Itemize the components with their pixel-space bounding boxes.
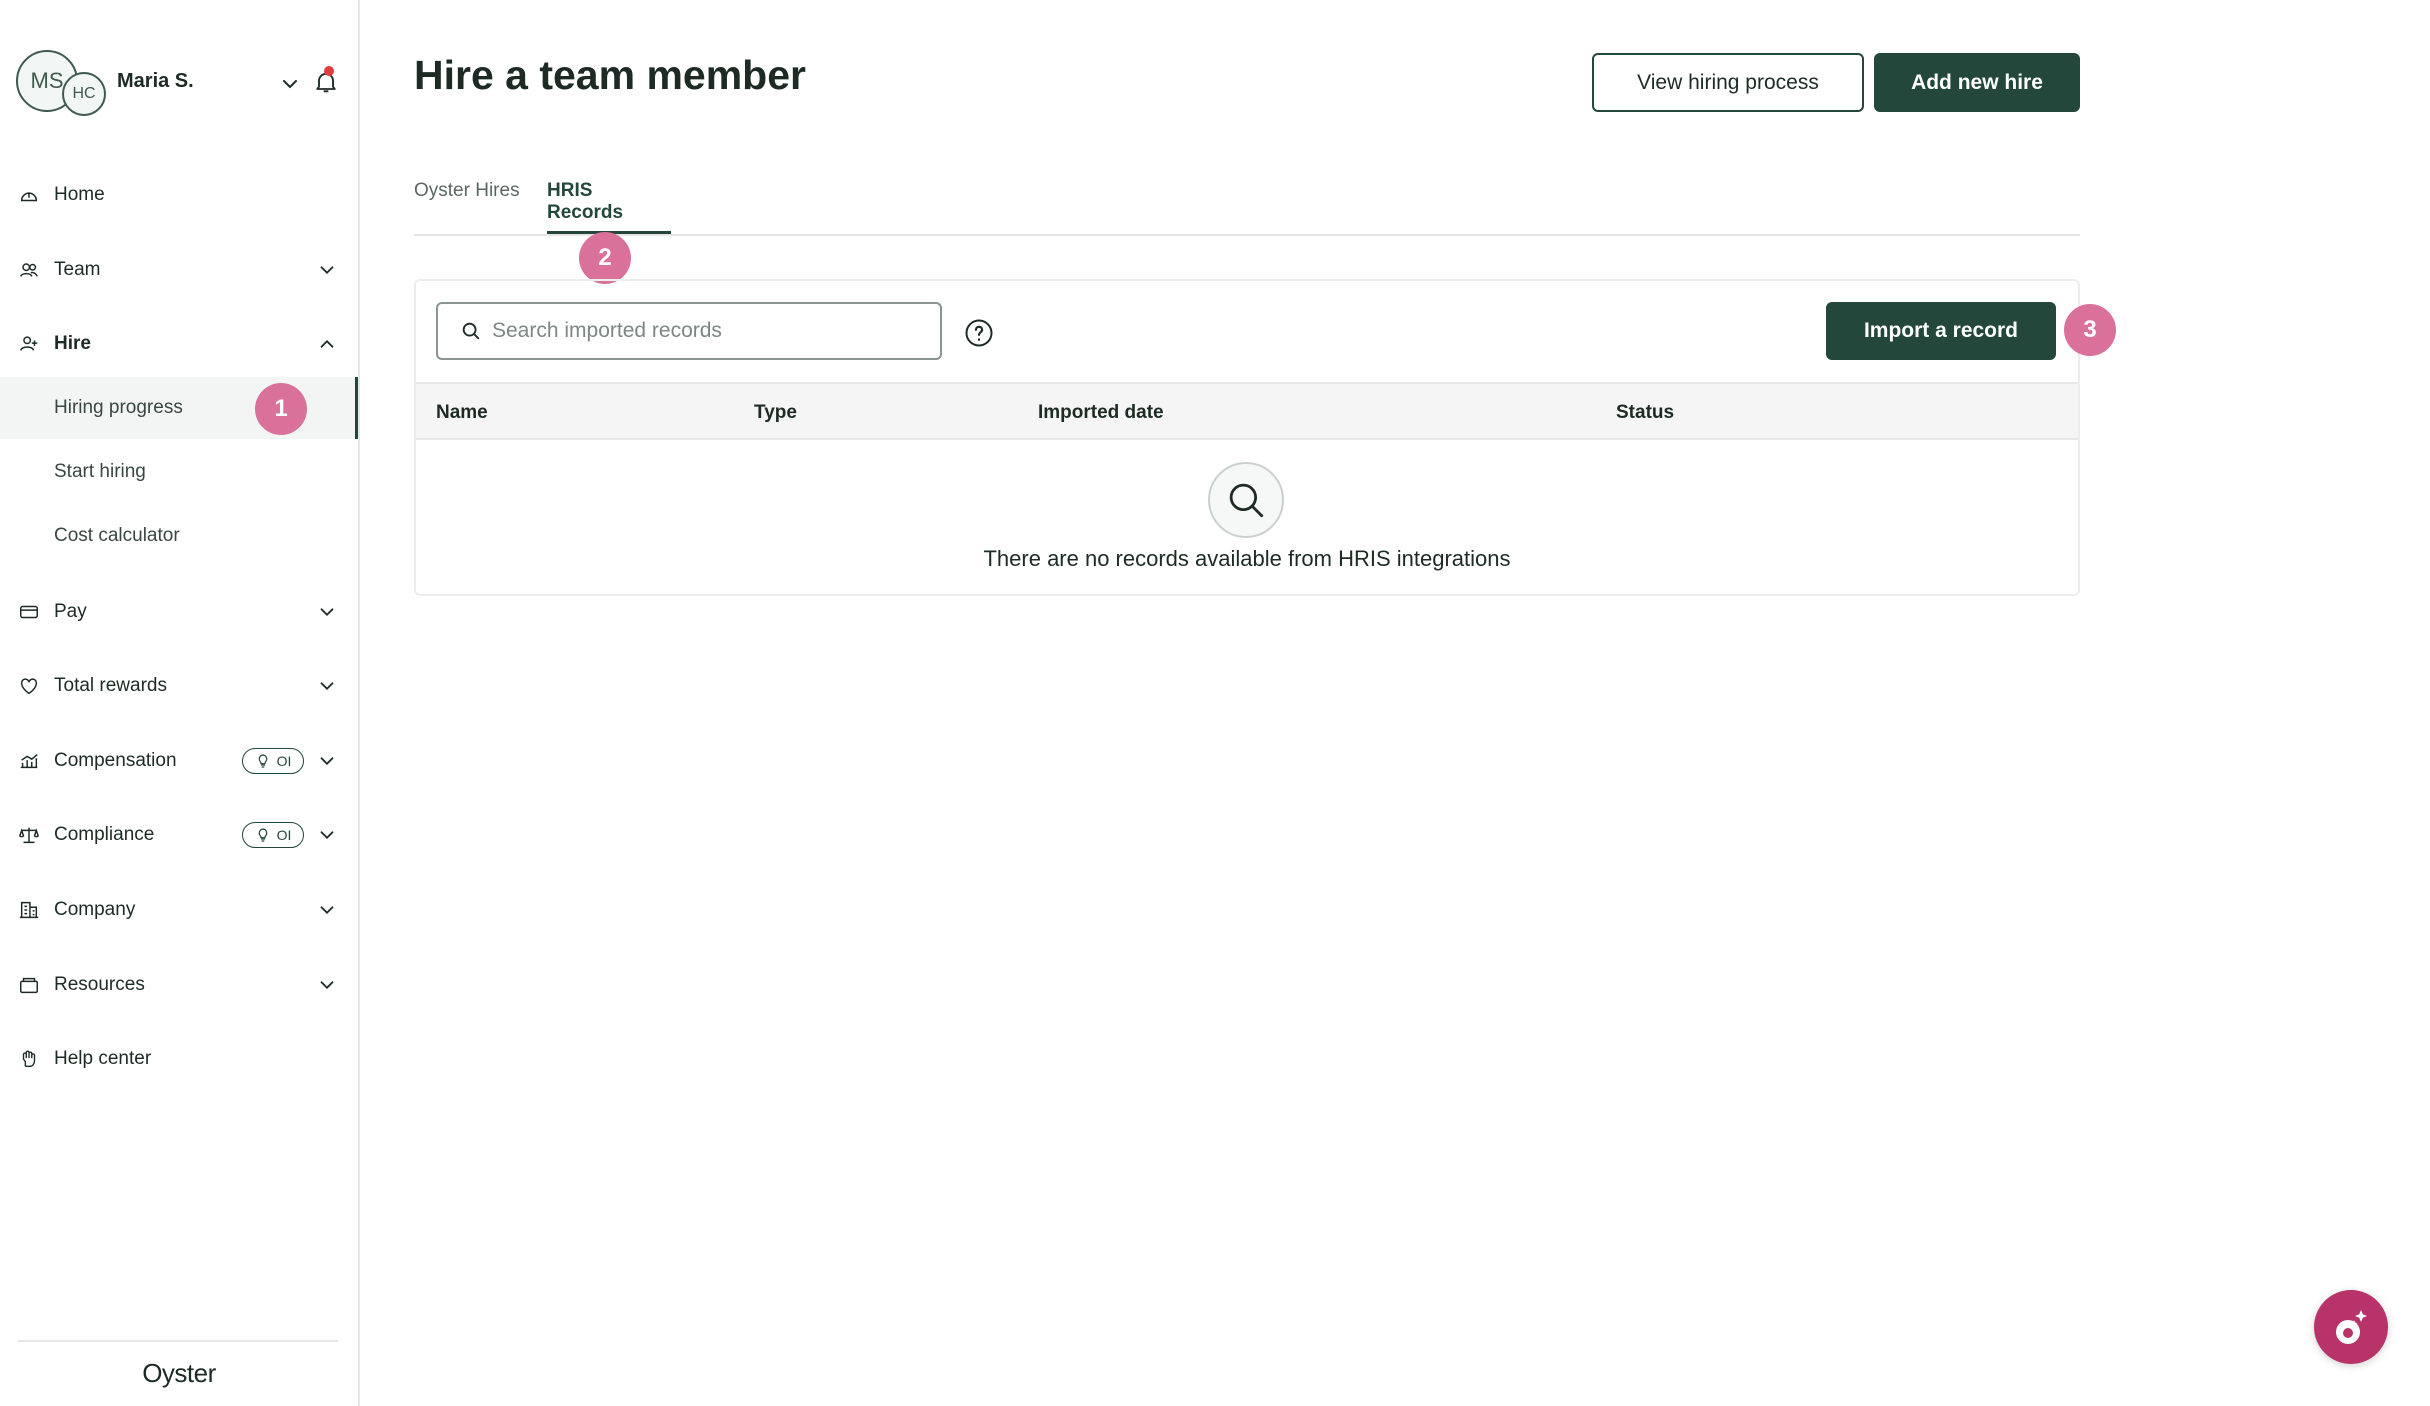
avatar-secondary[interactable]: HC bbox=[62, 72, 106, 116]
sidebar-subitem-label: Hiring progress bbox=[54, 397, 183, 418]
column-header-name[interactable]: Name bbox=[436, 402, 488, 424]
assistant-launcher-button[interactable] bbox=[2314, 1290, 2388, 1364]
chevron-down-icon[interactable] bbox=[316, 824, 338, 846]
add-new-hire-button[interactable]: Add new hire bbox=[1874, 53, 2080, 112]
question-icon[interactable] bbox=[964, 318, 994, 348]
chevron-down-icon[interactable] bbox=[278, 72, 302, 96]
empty-state-message: There are no records available from HRIS… bbox=[983, 546, 1511, 571]
sidebar-item-compliance[interactable]: Compliance OI bbox=[0, 805, 358, 865]
column-header-type[interactable]: Type bbox=[754, 402, 797, 424]
sidebar-item-label: Compliance bbox=[54, 824, 155, 845]
page-title: Hire a team member bbox=[414, 52, 806, 98]
chevron-down-icon[interactable] bbox=[316, 899, 338, 921]
hire-icon bbox=[20, 336, 38, 351]
sidebar-divider bbox=[18, 1340, 338, 1342]
sidebar-subitem-label: Start hiring bbox=[54, 461, 146, 482]
sidebar-item-label: Team bbox=[54, 259, 101, 280]
resources-icon bbox=[20, 977, 38, 994]
chevron-down-icon[interactable] bbox=[316, 259, 338, 281]
sidebar-subitem-cost-calculator[interactable]: Cost calculator bbox=[0, 505, 358, 567]
step-marker-3: 3 bbox=[2064, 304, 2116, 356]
import-record-button[interactable]: Import a record bbox=[1826, 302, 2056, 360]
column-header-status[interactable]: Status bbox=[1616, 402, 1674, 424]
view-hiring-process-button[interactable]: View hiring process bbox=[1592, 53, 1864, 112]
badge-label: OI bbox=[276, 753, 292, 769]
sidebar-item-total-rewards[interactable]: Total rewards bbox=[0, 656, 358, 716]
search-icon bbox=[462, 322, 480, 340]
search-input[interactable] bbox=[492, 314, 932, 348]
brand-logo: Oyster bbox=[142, 1358, 216, 1388]
table-header: Name Type Imported date Status bbox=[416, 382, 2078, 440]
badge-label: OI bbox=[276, 827, 292, 843]
chevron-down-icon[interactable] bbox=[316, 750, 338, 772]
assistant-icon bbox=[2336, 1310, 2367, 1344]
column-header-imported-date[interactable]: Imported date bbox=[1038, 402, 1164, 424]
sidebar-item-label: Help center bbox=[54, 1048, 152, 1069]
notification-dot bbox=[324, 66, 334, 76]
heart-icon bbox=[20, 678, 38, 695]
sidebar-item-company[interactable]: Company bbox=[0, 880, 358, 940]
tab-oyster-hires[interactable]: Oyster Hires bbox=[414, 180, 520, 234]
sidebar-subitem-label: Cost calculator bbox=[54, 525, 180, 546]
user-switcher[interactable]: MS HC Maria S. bbox=[16, 50, 346, 116]
tab-hris-records[interactable]: HRIS Records bbox=[547, 180, 671, 234]
sidebar: MS HC Maria S. Home Team Hire Hiring pro… bbox=[0, 0, 360, 1406]
chevron-down-icon[interactable] bbox=[316, 675, 338, 697]
tabs-divider bbox=[414, 234, 2080, 236]
compensation-icon bbox=[20, 754, 38, 769]
step-marker-1: 1 bbox=[255, 383, 307, 435]
sidebar-item-home[interactable]: Home bbox=[0, 165, 358, 225]
sidebar-item-pay[interactable]: Pay bbox=[0, 582, 358, 642]
chevron-down-icon[interactable] bbox=[316, 974, 338, 996]
help-center-icon bbox=[22, 1050, 36, 1068]
step-marker-2: 2 bbox=[579, 232, 631, 284]
user-name: Maria S. bbox=[117, 70, 194, 92]
insights-badge: OI bbox=[242, 748, 304, 774]
company-icon bbox=[19, 901, 39, 919]
search-field[interactable] bbox=[436, 302, 942, 360]
sidebar-item-label: Hire bbox=[54, 333, 91, 354]
sidebar-item-hire[interactable]: Hire bbox=[0, 314, 358, 374]
pay-icon bbox=[20, 605, 38, 619]
team-icon bbox=[20, 263, 38, 277]
home-icon bbox=[20, 192, 38, 202]
sidebar-item-label: Resources bbox=[54, 974, 145, 995]
empty-search-icon bbox=[1208, 462, 1284, 538]
chevron-up-icon[interactable] bbox=[316, 333, 338, 355]
sidebar-item-label: Company bbox=[54, 899, 136, 920]
chevron-down-icon[interactable] bbox=[316, 601, 338, 623]
sidebar-subitem-start-hiring[interactable]: Start hiring bbox=[0, 441, 358, 503]
compliance-icon bbox=[18, 827, 40, 844]
insights-badge: OI bbox=[242, 822, 304, 848]
sidebar-item-label: Pay bbox=[54, 601, 87, 622]
sidebar-item-label: Total rewards bbox=[54, 675, 167, 696]
sidebar-item-help-center[interactable]: Help center bbox=[0, 1029, 358, 1089]
lightbulb-icon bbox=[258, 828, 267, 842]
sidebar-item-resources[interactable]: Resources bbox=[0, 955, 358, 1015]
sidebar-item-label: Compensation bbox=[54, 750, 177, 771]
lightbulb-icon bbox=[258, 754, 267, 768]
sidebar-item-compensation[interactable]: Compensation OI bbox=[0, 731, 358, 791]
sidebar-item-label: Home bbox=[54, 184, 105, 205]
sidebar-item-team[interactable]: Team bbox=[0, 240, 358, 300]
